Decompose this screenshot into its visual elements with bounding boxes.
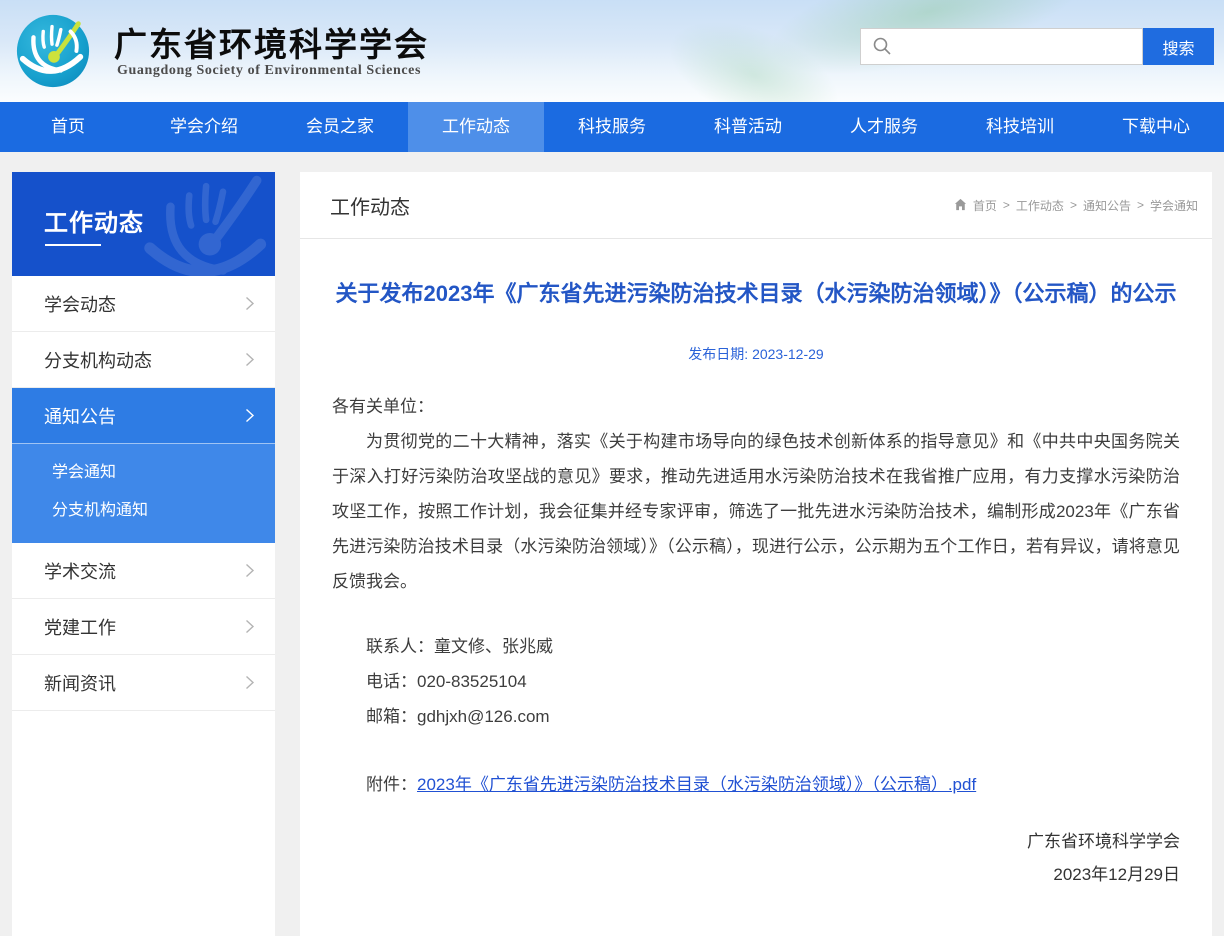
sidebar-item-academic-exchange[interactable]: 学术交流 [12,543,275,599]
sidebar: 工作动态 学会动态 分支机构动态 通知公告 学会通知 分支机构通知 学术交流 党… [12,172,275,936]
nav-item-tech-services[interactable]: 科技服务 [544,102,680,152]
contact-block: 联系人：童文修、张兆威 电话：020-83525104 邮箱：gdhjxh@12… [332,629,1180,734]
chevron-right-icon [245,563,255,578]
chevron-right-icon [245,408,255,423]
sidebar-item-label: 学会动态 [44,291,116,317]
contact-email: 邮箱：gdhjxh@126.com [332,699,1180,734]
attachment-row: 附件：2023年《广东省先进污染防治技术目录（水污染防治领域）》（公示稿）.pd… [332,770,1180,795]
breadcrumb-society-notices[interactable]: 学会通知 [1150,197,1198,214]
nav-item-work-news[interactable]: 工作动态 [408,102,544,152]
nav-item-about[interactable]: 学会介绍 [136,102,272,152]
breadcrumb-work-news[interactable]: 工作动态 [1016,197,1064,214]
sidebar-item-notices[interactable]: 通知公告 [12,388,275,444]
society-logo-icon [14,10,92,92]
article-publish-date: 发布日期: 2023-12-29 [332,344,1180,364]
content-header: 工作动态 首页 > 工作动态 > 通知公告 > 学会通知 [300,172,1212,239]
home-icon [954,198,967,211]
signature-date: 2023年12月29日 [332,858,1180,891]
breadcrumb-separator: > [1070,198,1077,212]
search-icon [872,36,892,56]
sidebar-header: 工作动态 [12,172,275,276]
article-body: 各有关单位： 为贯彻党的二十大精神，落实《关于构建市场导向的绿色技术创新体系的指… [332,389,1180,599]
page-title: 工作动态 [330,191,410,220]
signature-org: 广东省环境科学学会 [332,825,1180,858]
main-nav: 首页 学会介绍 会员之家 工作动态 科技服务 科普活动 人才服务 科技培训 下载… [0,102,1224,152]
breadcrumb: 首页 > 工作动态 > 通知公告 > 学会通知 [954,197,1198,214]
article: 关于发布2023年《广东省先进污染防治技术目录（水污染防治领域）》（公示稿）的公… [300,275,1212,891]
content-panel: 工作动态 首页 > 工作动态 > 通知公告 > 学会通知 关于发布2023年《广… [300,172,1212,936]
sidebar-item-label: 党建工作 [44,614,116,640]
sidebar-title-underline [45,244,101,246]
nav-item-members[interactable]: 会员之家 [272,102,408,152]
org-name-en: Guangdong Society of Environmental Scien… [117,63,421,79]
attachment-pdf-link[interactable]: 2023年《广东省先进污染防治技术目录（水污染防治领域）》（公示稿）.pdf [417,775,976,794]
watermark-logo-icon [123,172,275,276]
nav-item-tech-training[interactable]: 科技培训 [952,102,1088,152]
chevron-right-icon [245,619,255,634]
breadcrumb-separator: > [1137,198,1144,212]
sidebar-item-label: 学术交流 [44,558,116,584]
nav-item-talent-services[interactable]: 人才服务 [816,102,952,152]
sidebar-item-label: 分支机构动态 [44,347,152,373]
search-button[interactable]: 搜索 [1143,28,1214,65]
org-name-zh: 广东省环境科学学会 [114,18,429,66]
contact-phone: 电话：020-83525104 [332,664,1180,699]
article-title: 关于发布2023年《广东省先进污染防治技术目录（水污染防治领域）》（公示稿）的公… [332,275,1180,312]
sidebar-submenu: 学会通知 分支机构通知 [12,444,275,543]
search-box: 搜索 [860,28,1214,65]
sidebar-subitem-society-notices[interactable]: 学会通知 [12,454,275,492]
sidebar-item-branch-news[interactable]: 分支机构动态 [12,332,275,388]
sidebar-item-label: 新闻资讯 [44,670,116,696]
article-salutation: 各有关单位： [332,389,1180,424]
sidebar-title: 工作动态 [44,203,144,238]
nav-item-downloads[interactable]: 下载中心 [1088,102,1224,152]
breadcrumb-home[interactable]: 首页 [973,197,997,214]
contact-person: 联系人：童文修、张兆威 [332,629,1180,664]
attachment-label: 附件： [366,775,417,794]
breadcrumb-separator: > [1003,198,1010,212]
breadcrumb-notices[interactable]: 通知公告 [1083,197,1131,214]
chevron-right-icon [245,352,255,367]
article-paragraph: 为贯彻党的二十大精神，落实《关于构建市场导向的绿色技术创新体系的指导意见》和《中… [332,424,1180,599]
sidebar-item-party-building[interactable]: 党建工作 [12,599,275,655]
chevron-right-icon [245,675,255,690]
signature-block: 广东省环境科学学会 2023年12月29日 [332,825,1180,891]
sidebar-item-news[interactable]: 新闻资讯 [12,655,275,711]
sidebar-item-society-news[interactable]: 学会动态 [12,276,275,332]
nav-item-science-activities[interactable]: 科普活动 [680,102,816,152]
search-input[interactable] [860,28,1143,65]
sidebar-item-label: 通知公告 [44,403,116,429]
sidebar-subitem-branch-notices[interactable]: 分支机构通知 [12,492,275,530]
nav-item-home[interactable]: 首页 [0,102,136,152]
site-header: 广东省环境科学学会 Guangdong Society of Environme… [0,0,1224,102]
chevron-right-icon [245,296,255,311]
